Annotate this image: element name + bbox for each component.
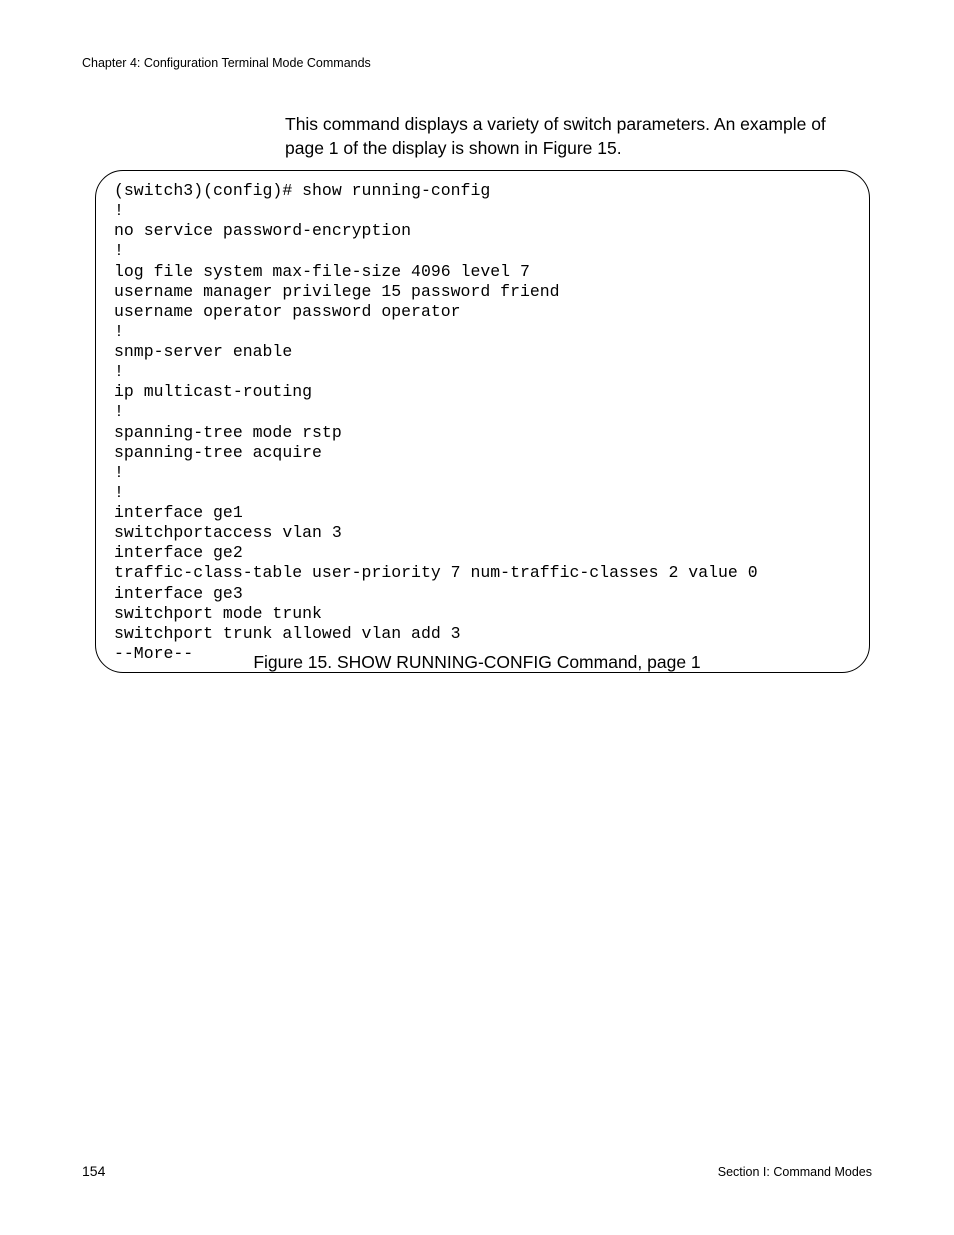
footer-page-number: 154 — [82, 1163, 105, 1179]
section-text: Section I: Command Modes — [718, 1165, 872, 1179]
page-number-text: 154 — [82, 1163, 105, 1179]
code-output-content: (switch3)(config)# show running-config !… — [114, 181, 851, 664]
footer-section: Section I: Command Modes — [718, 1165, 872, 1179]
code-output-box: (switch3)(config)# show running-config !… — [95, 170, 870, 673]
intro-paragraph: This command displays a variety of switc… — [285, 113, 859, 160]
page-header: Chapter 4: Configuration Terminal Mode C… — [82, 56, 371, 70]
figure-caption-text: Figure 15. SHOW RUNNING-CONFIG Command, … — [253, 652, 700, 672]
intro-text-content: This command displays a variety of switc… — [285, 114, 826, 158]
chapter-title: Chapter 4: Configuration Terminal Mode C… — [82, 56, 371, 70]
figure-caption: Figure 15. SHOW RUNNING-CONFIG Command, … — [0, 652, 954, 673]
